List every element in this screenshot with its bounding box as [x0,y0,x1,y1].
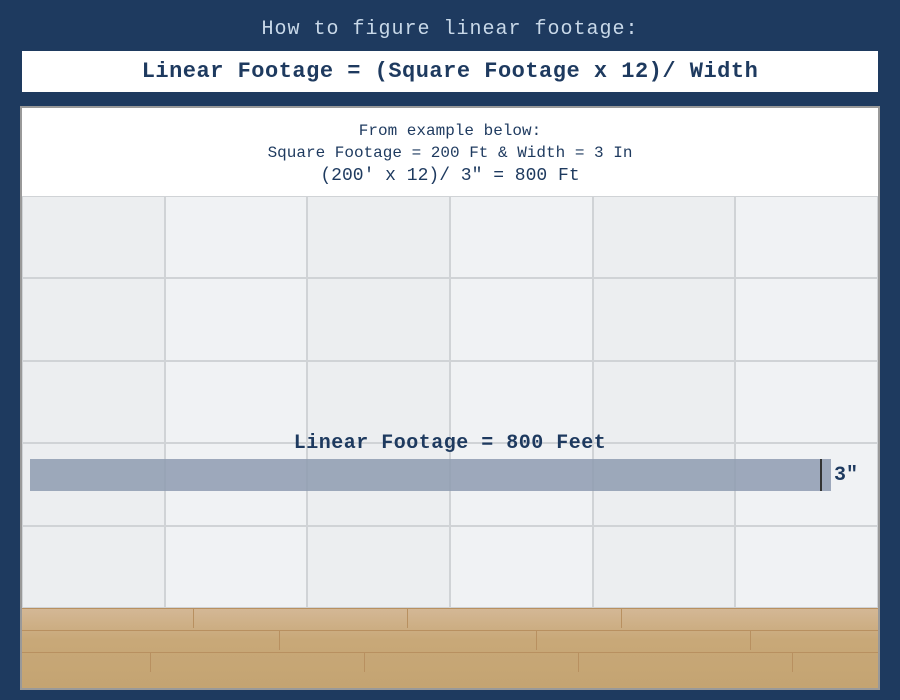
formula-box: Linear Footage = (Square Footage x 12)/ … [20,49,880,94]
tile [450,278,593,360]
tile [735,526,878,608]
floor-plank-row [22,652,878,672]
tile-wall-area: Linear Footage = 800 Feet 3″ [22,196,878,688]
floor-plank-row [22,608,878,628]
tile [593,278,736,360]
example-text-area: From example below: Square Footage = 200… [22,108,878,196]
page-title: How to figure linear footage: [261,18,638,41]
tile [593,526,736,608]
linear-bar-wrapper: 3″ [22,459,878,491]
tile [165,361,308,443]
tile [165,196,308,278]
plank-divider [364,653,365,672]
plank-divider [193,609,194,628]
tile [22,361,165,443]
example-label: From example below: [42,122,858,140]
tile [22,278,165,360]
tile-grid [22,196,878,608]
tile [593,361,736,443]
linear-footage-indicator: Linear Footage = 800 Feet 3″ [22,432,878,468]
tile [735,278,878,360]
tile [307,526,450,608]
plank-divider [621,609,622,628]
tile [307,361,450,443]
tile [307,196,450,278]
tile [165,278,308,360]
plank-divider [150,653,151,672]
plank-divider [536,631,537,650]
plank-divider [407,609,408,628]
tile [735,196,878,278]
tile [22,196,165,278]
tile [22,526,165,608]
tile [307,278,450,360]
width-label: 3″ [834,464,858,487]
plank-divider [792,653,793,672]
tile [165,526,308,608]
plank-divider [279,631,280,650]
example-values: Square Footage = 200 Ft & Width = 3 In [42,144,858,162]
width-indicator: 3″ [820,459,870,491]
linear-bar [30,459,831,491]
linear-footage-label: Linear Footage = 800 Feet [22,432,878,455]
example-calculation: (200′ x 12)/ 3″ = 800 Ft [42,166,858,186]
wood-floor [22,608,878,688]
plank-divider [750,631,751,650]
floor-plank-row [22,630,878,650]
diagram-container: From example below: Square Footage = 200… [20,106,880,690]
tile [450,361,593,443]
tile [735,361,878,443]
tile [593,196,736,278]
tile [450,526,593,608]
formula-text: Linear Footage = (Square Footage x 12)/ … [142,59,759,84]
tile [450,196,593,278]
plank-divider [578,653,579,672]
